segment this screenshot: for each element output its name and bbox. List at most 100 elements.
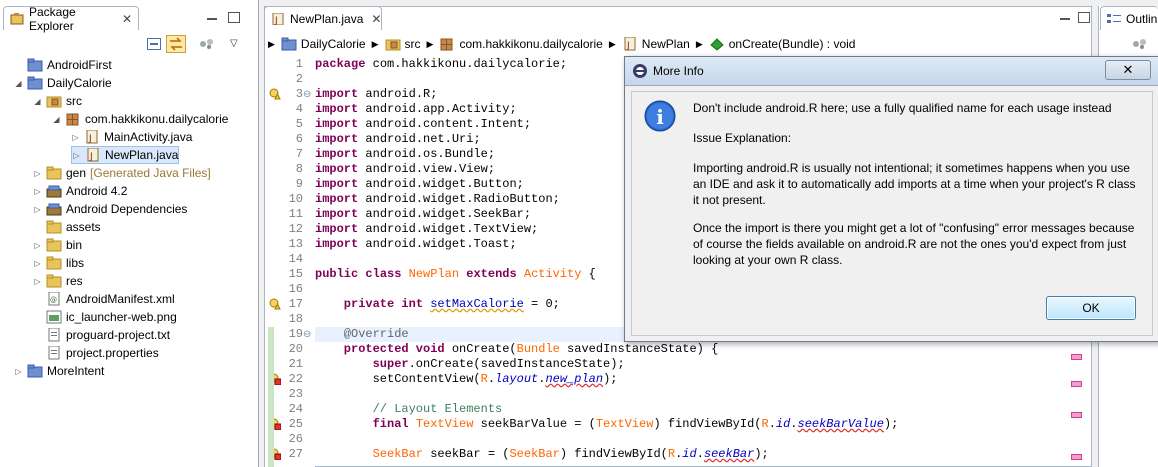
code-token: SeekBar <box>509 447 560 461</box>
code-line[interactable]: import android.widget.RadioButton; <box>315 192 560 207</box>
close-icon[interactable]: ✕ <box>371 12 381 26</box>
tree-item[interactable]: ▷ bin <box>33 236 82 254</box>
ok-button[interactable]: OK <box>1046 296 1136 320</box>
view-menu-dots-icon[interactable] <box>199 38 215 50</box>
tree-item[interactable]: ▷ MoreIntent <box>14 362 104 380</box>
warning-marker-icon[interactable] <box>269 298 281 310</box>
tree-item-label: bin <box>66 238 83 252</box>
code-line[interactable]: SeekBar seekBar = (SeekBar) findViewById… <box>373 447 769 462</box>
tree-item[interactable]: project.properties <box>33 344 159 362</box>
breadcrumb-item[interactable]: J NewPlan <box>622 36 690 51</box>
view-menu-chevron-icon[interactable]: ▽ <box>230 38 238 49</box>
overview-error-marker[interactable] <box>1071 381 1082 387</box>
outline-tab[interactable]: Outlin <box>1100 6 1158 30</box>
overview-error-marker[interactable] <box>1071 354 1082 360</box>
maximize-icon[interactable] <box>1078 12 1090 23</box>
tree-item[interactable]: ▷ J MainActivity.java <box>71 128 192 146</box>
tree-item[interactable]: proguard-project.txt <box>33 326 170 344</box>
code-line[interactable]: import android.widget.Button; <box>315 177 524 192</box>
code-line[interactable]: setContentView(R.layout.new_plan); <box>373 372 618 387</box>
code-line[interactable]: final TextView seekBarValue = (TextView)… <box>373 417 899 432</box>
close-icon[interactable]: ✕ <box>122 12 132 26</box>
tree-item-label: project.properties <box>66 346 159 360</box>
breadcrumb-item[interactable]: onCreate(Bundle) : void <box>709 37 855 51</box>
package-explorer-panel: Package Explorer ✕ ▽ AndroidFirst ◢ DailyC… <box>0 0 259 467</box>
collapsed-chevron-icon[interactable]: ▷ <box>33 259 42 268</box>
tree-item[interactable]: ▷ Android Dependencies <box>33 200 187 218</box>
dialog-close-button[interactable]: ✕ <box>1105 60 1151 80</box>
breadcrumb-separator-icon[interactable]: ▶ <box>609 39 616 50</box>
link-with-editor-icon[interactable] <box>166 35 186 53</box>
overview-error-marker[interactable] <box>1071 412 1082 418</box>
code-token: ); <box>883 417 899 431</box>
overview-error-marker[interactable] <box>1071 454 1082 460</box>
code-token: protected <box>343 342 409 356</box>
fold-toggle-icon[interactable]: ⊖ <box>303 87 311 102</box>
code-line[interactable]: @Override <box>344 327 409 342</box>
fold-toggle-icon[interactable]: ⊖ <box>303 327 311 342</box>
tree-item[interactable]: ▷ J NewPlan.java <box>71 146 180 164</box>
code-line[interactable]: public class NewPlan extends Activity { <box>315 267 596 282</box>
package-explorer-tab-label: Package Explorer <box>29 4 76 33</box>
code-line[interactable]: super.onCreate(savedInstanceState); <box>373 357 625 372</box>
collapsed-chevron-icon[interactable]: ▷ <box>14 367 23 376</box>
collapsed-chevron-icon[interactable]: ▷ <box>33 241 42 250</box>
code-line[interactable]: import android.content.Intent; <box>315 117 531 132</box>
code-line[interactable]: import android.app.Activity; <box>315 102 517 117</box>
tree-item[interactable]: ▷ libs <box>33 254 84 272</box>
collapsed-chevron-icon[interactable]: ▷ <box>33 169 42 178</box>
breadcrumb-separator-icon[interactable]: ▶ <box>372 39 379 50</box>
code-line[interactable]: // Layout Elements <box>373 402 503 417</box>
tree-item[interactable]: @ AndroidManifest.xml <box>33 290 175 308</box>
collapsed-chevron-icon[interactable]: ▷ <box>33 277 42 286</box>
tree-item[interactable]: ic_launcher-web.png <box>33 308 177 326</box>
outline-toolbar-icon[interactable] <box>1132 38 1148 50</box>
package-explorer-tab[interactable]: Package Explorer ✕ <box>3 4 139 33</box>
maximize-icon[interactable] <box>228 12 240 23</box>
collapsed-chevron-icon[interactable]: ▷ <box>71 133 80 142</box>
tree-item[interactable]: ▷ gen [Generated Java Files] <box>33 164 210 182</box>
editor-tab-newplan[interactable]: J NewPlan.java ✕ <box>264 6 382 30</box>
line-number: 12 <box>288 222 303 236</box>
folder-icon <box>46 274 62 288</box>
collapse-all-icon[interactable] <box>147 38 161 50</box>
collapsed-chevron-icon[interactable]: ▷ <box>72 151 81 160</box>
code-line[interactable]: protected void onCreate(Bundle savedInst… <box>344 342 719 357</box>
tree-item[interactable]: ◢ src <box>33 92 82 110</box>
code-line[interactable]: import android.view.View; <box>315 162 495 177</box>
tree-item[interactable]: ▷ Android 4.2 <box>33 182 127 200</box>
tree-item-label: ic_launcher-web.png <box>66 310 177 324</box>
breadcrumb-separator-icon[interactable]: ▶ <box>427 39 434 50</box>
breadcrumb-item[interactable]: com.hakkikonu.dailycalorie <box>439 37 603 51</box>
expanded-chevron-icon[interactable]: ◢ <box>33 97 42 106</box>
breadcrumb-item[interactable]: DailyCalorie <box>281 37 366 51</box>
code-line[interactable]: import android.os.Bundle; <box>315 147 495 162</box>
code-line[interactable]: import android.widget.SeekBar; <box>315 207 531 222</box>
breadcrumb-separator-icon[interactable]: ▶ <box>696 39 703 50</box>
code-line[interactable]: private int setMaxCalorie = 0; <box>344 297 560 312</box>
collapsed-chevron-icon[interactable]: ▷ <box>33 187 42 196</box>
code-line[interactable]: package com.hakkikonu.dailycalorie; <box>315 57 567 72</box>
breadcrumb-separator-icon[interactable]: ▶ <box>268 39 275 50</box>
minimize-icon[interactable] <box>207 18 217 20</box>
expanded-chevron-icon[interactable]: ◢ <box>14 79 23 88</box>
breadcrumb-label: com.hakkikonu.dailycalorie <box>459 37 603 51</box>
tree-item[interactable]: ◢ com.hakkikonu.dailycalorie <box>52 110 228 128</box>
collapsed-chevron-icon[interactable]: ▷ <box>33 205 42 214</box>
code-token: int <box>394 297 431 311</box>
tree-item[interactable]: ◢ DailyCalorie <box>14 74 111 92</box>
tree-item[interactable]: AndroidFirst <box>14 56 112 74</box>
tree-item[interactable]: ▷ res <box>33 272 82 290</box>
editor-tab-label: NewPlan.java <box>290 11 364 26</box>
dialog-title-bar[interactable]: More Info ✕ <box>625 57 1158 86</box>
minimize-icon[interactable] <box>1060 18 1070 20</box>
expanded-chevron-icon[interactable]: ◢ <box>52 115 61 124</box>
code-token: import <box>315 117 359 131</box>
code-line[interactable]: import android.widget.Toast; <box>315 237 517 252</box>
code-line[interactable]: import android.R; <box>315 87 437 102</box>
warning-marker-icon[interactable] <box>269 88 281 100</box>
code-line[interactable]: import android.widget.TextView; <box>315 222 538 237</box>
tree-item[interactable]: assets <box>33 218 101 236</box>
code-line[interactable]: import android.net.Uri; <box>315 132 481 147</box>
breadcrumb-item[interactable]: src <box>385 37 421 51</box>
